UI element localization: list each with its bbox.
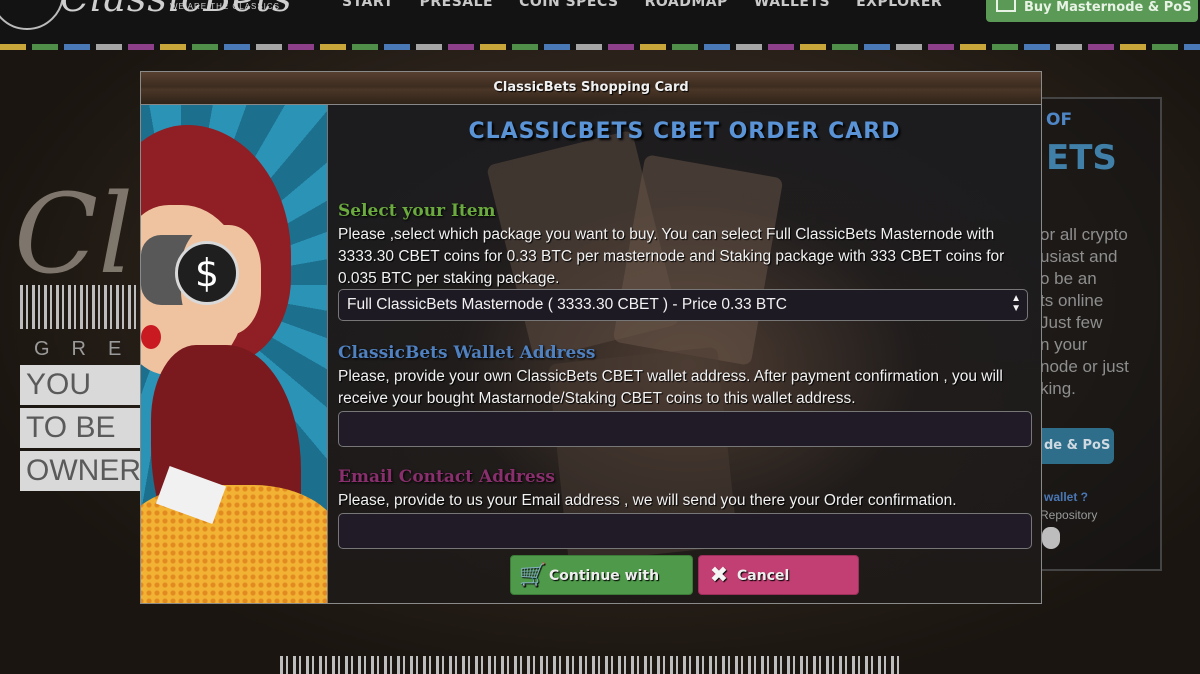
order-form: CLASSICBETS CBET ORDER CARD Select your … bbox=[328, 105, 1041, 603]
modal-header-title: ClassicBets Shopping Card bbox=[141, 72, 1041, 105]
nav-wallets[interactable]: WALLETS bbox=[754, 0, 830, 10]
site-logo[interactable]: ClassicBets WE ARE THE CLASSICS bbox=[0, 0, 310, 38]
order-card-title: CLASSICBETS CBET ORDER CARD bbox=[468, 119, 901, 144]
wallet-address-input[interactable] bbox=[338, 411, 1032, 447]
illustration-lips bbox=[141, 325, 161, 349]
nav-presale[interactable]: PRESALE bbox=[420, 0, 494, 10]
select-item-heading: Select your Item bbox=[338, 201, 496, 221]
dollar-lens-icon: $ bbox=[175, 241, 239, 305]
wallet-address-description: Please, provide your own ClassicBets CBE… bbox=[338, 368, 1003, 407]
apple-icon[interactable] bbox=[1042, 527, 1060, 549]
logo-emblem bbox=[0, 0, 64, 30]
right-panel-repository: Repository bbox=[1040, 508, 1098, 522]
pinup-girl-illustration: $ bbox=[141, 105, 328, 603]
close-x-icon: ✖ bbox=[709, 563, 729, 588]
select-item-description: Please ,select which package you want to… bbox=[338, 226, 1005, 287]
nav-roadmap[interactable]: ROADMAP bbox=[645, 0, 728, 10]
slogan-line-2: TO BE A bbox=[20, 408, 146, 448]
right-panel-wallet-link[interactable]: wallet ? bbox=[1044, 490, 1088, 504]
logo-tagline: WE ARE THE CLASSICS bbox=[170, 2, 280, 11]
email-address-input[interactable] bbox=[338, 513, 1032, 549]
wallet-address-heading: ClassicBets Wallet Address bbox=[338, 343, 596, 363]
shopping-card-modal: ClassicBets Shopping Card $ CLASSICBETS … bbox=[140, 71, 1042, 604]
color-stripe-divider bbox=[0, 44, 1200, 50]
package-select[interactable]: Full ClassicBets Masternode ( 3333.30 CB… bbox=[338, 289, 1028, 321]
cancel-button-label: Cancel shopping bbox=[737, 568, 790, 584]
continue-with-order-button[interactable]: 🛒 Continue with Order bbox=[510, 555, 693, 595]
main-nav: START PRESALE COIN SPECS ROADMAP WALLETS… bbox=[342, 0, 942, 10]
nav-coin-specs[interactable]: COIN SPECS bbox=[519, 0, 619, 10]
right-panel-heading: ETS bbox=[1046, 138, 1117, 178]
right-panel-text: or all crypto usiast and o be an ts onli… bbox=[1040, 225, 1129, 398]
email-address-heading: Email Contact Address bbox=[338, 467, 555, 487]
slogan-line-1: YOU HA bbox=[20, 365, 146, 405]
slogan-letters: GRE bbox=[34, 338, 144, 360]
nav-explorer[interactable]: EXPLORER bbox=[856, 0, 942, 10]
package-select-value: Full ClassicBets Masternode ( 3333.30 CB… bbox=[347, 296, 787, 313]
cart-icon bbox=[996, 0, 1016, 12]
email-address-description: Please, provide to us your Email address… bbox=[338, 492, 957, 509]
background-logo-script: Cl bbox=[14, 170, 134, 298]
nav-start[interactable]: START bbox=[342, 0, 394, 10]
continue-button-label: Continue with Order bbox=[549, 568, 660, 584]
barcode-decoration bbox=[20, 285, 140, 329]
right-panel-of: OF bbox=[1046, 110, 1073, 130]
buy-masternode-button[interactable]: Buy Masternode & PoS bbox=[986, 0, 1198, 22]
cancel-shopping-button[interactable]: ✖ Cancel shopping bbox=[698, 555, 859, 595]
right-panel-buy-button[interactable]: de & PoS bbox=[1040, 428, 1114, 464]
shopping-cart-icon: 🛒 bbox=[519, 563, 547, 588]
updown-arrows-icon: ▲ ▼ bbox=[1011, 293, 1021, 314]
buy-button-label: Buy Masternode & PoS bbox=[1024, 0, 1192, 15]
slogan-line-3: OWNER bbox=[20, 451, 146, 491]
barcode-footer-decoration bbox=[280, 656, 900, 674]
top-navbar: ClassicBets WE ARE THE CLASSICS START PR… bbox=[0, 0, 1200, 44]
